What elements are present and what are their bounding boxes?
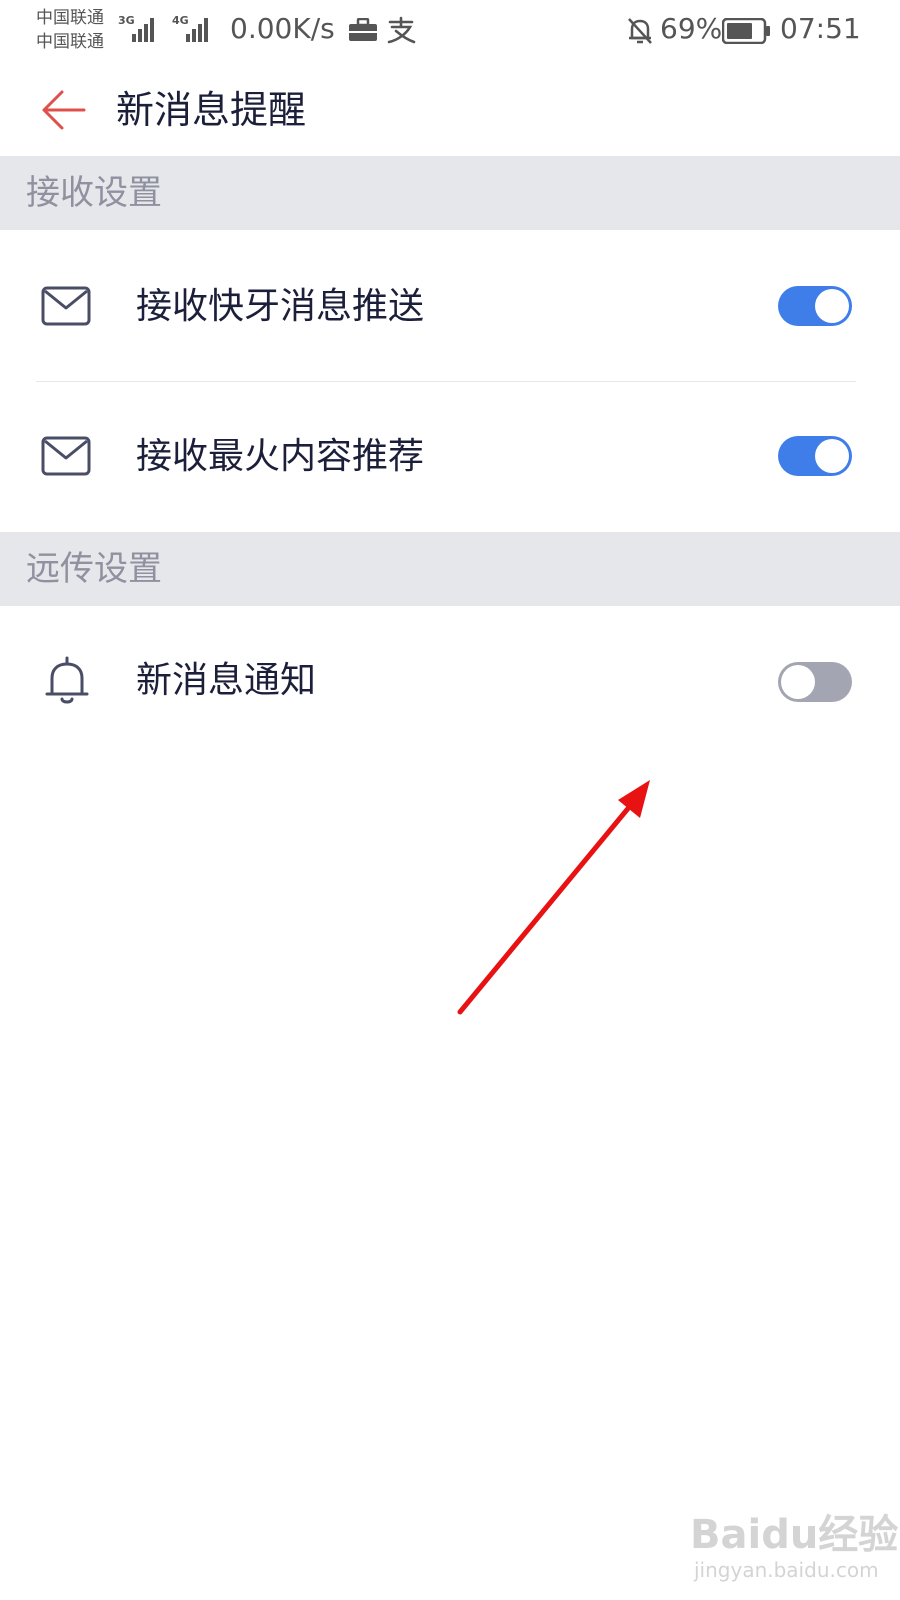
- alipay-icon: [387, 16, 416, 44]
- signal-icon: [132, 16, 160, 42]
- section-header-receive: 接收设置: [0, 156, 900, 230]
- notify-toggle[interactable]: [778, 662, 852, 702]
- section-title: 远传设置: [26, 549, 162, 589]
- setting-label: 接收最火内容推荐: [136, 436, 425, 477]
- toggle-knob: [781, 665, 815, 699]
- signal-icon: [186, 16, 214, 42]
- back-arrow-icon[interactable]: [34, 82, 90, 138]
- section-header-remote: 远传设置: [0, 532, 900, 606]
- toggle-knob: [815, 439, 849, 473]
- watermark-url: jingyan.baidu.com: [694, 1558, 879, 1582]
- bell-icon: [45, 656, 89, 704]
- clock: 07:51: [780, 12, 861, 45]
- annotation-arrow-icon: [457, 780, 650, 1015]
- mail-icon: [41, 436, 91, 476]
- battery-icon: [722, 18, 770, 44]
- watermark-logo: Baidu经验: [690, 1512, 899, 1558]
- mail-icon: [41, 286, 91, 326]
- page-header: 新消息提醒: [0, 62, 900, 158]
- push-toggle[interactable]: [778, 286, 852, 326]
- battery-percent: 69%: [660, 12, 723, 45]
- carrier-1: 中国联通: [36, 8, 104, 28]
- watermark: Baidu经验 jingyan.baidu.com: [690, 1502, 898, 1592]
- setting-row-recommend[interactable]: 接收最火内容推荐: [0, 380, 900, 530]
- section-title: 接收设置: [26, 173, 162, 213]
- carrier-2: 中国联通: [36, 32, 104, 52]
- status-bar: 中国联通 中国联通 3G 4G 0.00K/s 69% 07:51: [0, 0, 900, 62]
- network-speed: 0.00K/s: [230, 12, 335, 45]
- carrier-info: 中国联通 中国联通: [36, 6, 104, 54]
- page-title: 新消息提醒: [116, 88, 307, 132]
- recommend-toggle[interactable]: [778, 436, 852, 476]
- briefcase-icon: [349, 18, 377, 41]
- mute-bell-icon: [628, 18, 652, 44]
- setting-row-push[interactable]: 接收快牙消息推送: [0, 230, 900, 380]
- setting-row-notify[interactable]: 新消息通知: [0, 606, 900, 756]
- toggle-knob: [815, 289, 849, 323]
- setting-label: 接收快牙消息推送: [136, 286, 425, 327]
- setting-label: 新消息通知: [136, 660, 317, 701]
